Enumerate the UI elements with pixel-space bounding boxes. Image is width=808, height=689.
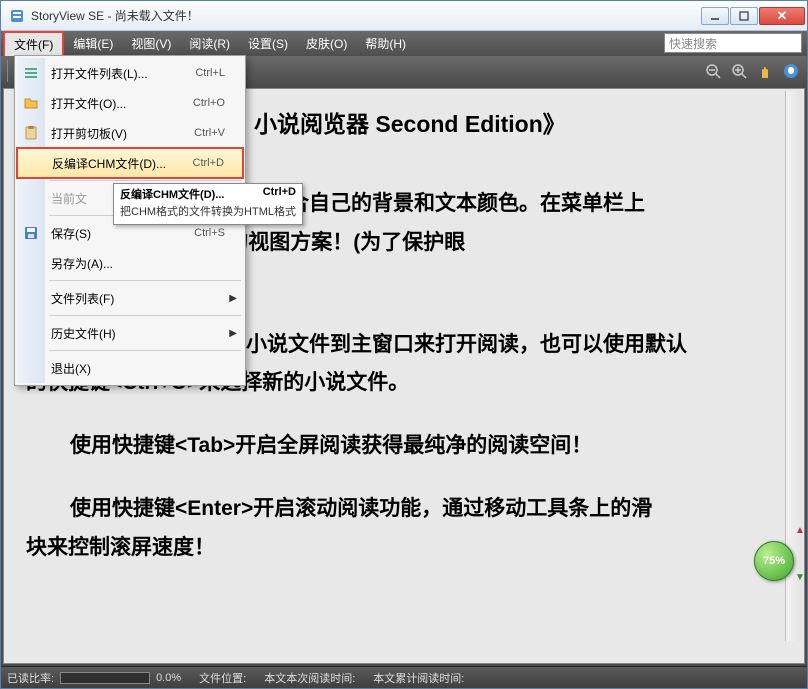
doc-line: 使用快捷键<Tab>开启全屏阅读获得最纯净的阅读空间！ [26, 427, 782, 466]
menu-item-shortcut: Ctrl+S [194, 227, 243, 239]
menu-open-file-list[interactable]: 打开文件列表(L)... Ctrl+L [17, 58, 243, 88]
menu-item-label: 文件列表(F) [51, 290, 243, 307]
menu-tooltip: 反编译CHM文件(D)... Ctrl+D 把CHM格式的文件转换为HTML格式 [113, 183, 303, 225]
app-icon [9, 8, 25, 24]
minimize-button[interactable] [701, 7, 729, 25]
arrow-up-icon[interactable]: ▲ [795, 525, 805, 536]
status-progressbar [60, 672, 150, 684]
menu-item-label: 退出(X) [51, 360, 243, 377]
folder-icon [21, 93, 41, 113]
menu-item-label: 打开文件(O)... [51, 95, 193, 112]
menu-item-label: 打开剪切板(V) [51, 125, 194, 142]
menu-item-label: 保存(S) [51, 225, 194, 242]
close-button[interactable]: ✕ [759, 7, 805, 25]
arrow-down-icon[interactable]: ▼ [795, 572, 805, 583]
save-icon [21, 223, 41, 243]
doc-title: 小说阅览器 Second Edition》 [254, 105, 782, 139]
doc-line: 块来控制滚屏速度！ [26, 536, 215, 559]
menu-item-label: 打开文件列表(L)... [51, 65, 195, 82]
status-read-ratio-value: 0.0% [156, 672, 181, 684]
menu-item-shortcut: Ctrl+D [193, 157, 242, 169]
doc-line: 定适合自己的背景和文本颜色。在菜单栏上 [246, 192, 645, 215]
menubar: 文件(F) 编辑(E) 视图(V) 阅读(R) 设置(S) 皮肤(O) 帮助(H… [1, 31, 807, 56]
status-read-ratio-label: 已读比率: [7, 670, 54, 686]
menu-history[interactable]: 历史文件(H) ▶ [17, 318, 243, 348]
menu-decompile-chm[interactable]: 反编译CHM文件(D)... Ctrl+D [16, 147, 244, 179]
menu-exit[interactable]: 退出(X) [17, 353, 243, 383]
tooltip-desc: 把CHM格式的文件转换为HTML格式 [120, 203, 296, 219]
menu-read[interactable]: 阅读(R) [180, 31, 239, 56]
menu-file-list[interactable]: 文件列表(F) ▶ [17, 283, 243, 313]
menu-edit[interactable]: 编辑(E) [64, 31, 122, 56]
chevron-right-icon: ▶ [229, 293, 237, 304]
status-file-pos-label: 文件位置: [199, 670, 246, 686]
statusbar: 已读比率: 0.0% 文件位置: 本文本次阅读时间: 本文累计阅读时间: [1, 666, 807, 688]
menu-open-clipboard[interactable]: 打开剪切板(V) Ctrl+V [17, 118, 243, 148]
menu-item-shortcut: Ctrl+V [194, 127, 243, 139]
status-session-time-label: 本文本次阅读时间: [264, 670, 355, 686]
menu-settings[interactable]: 设置(S) [239, 31, 297, 56]
quick-search-input[interactable]: 快速搜索 [664, 33, 802, 53]
menu-item-label: 反编译CHM文件(D)... [52, 155, 193, 172]
menu-item-label: 另存为(A)... [51, 255, 243, 272]
menu-item-label: 历史文件(H) [51, 325, 243, 342]
chevron-right-icon: ▶ [229, 328, 237, 339]
progress-bubble-label: 75% [763, 555, 785, 567]
menu-file[interactable]: 文件(F) [3, 31, 64, 56]
menu-help[interactable]: 帮助(H) [356, 31, 415, 56]
menu-item-shortcut: Ctrl+L [195, 67, 243, 79]
window-title: StoryView SE - 尚未载入文件！ [31, 7, 701, 24]
tb-apple-icon[interactable] [779, 59, 803, 83]
tb-zoom-in-icon[interactable] [727, 59, 751, 83]
doc-line: 使用快捷键<Enter>开启滚动阅读功能，通过移动工具条上的滑 [26, 490, 652, 529]
menu-save-as[interactable]: 另存为(A)... [17, 248, 243, 278]
list-icon [21, 63, 41, 83]
tb-hand-icon[interactable] [753, 59, 777, 83]
titlebar: StoryView SE - 尚未载入文件！ ✕ [1, 1, 807, 31]
progress-bubble[interactable]: 75% [754, 541, 794, 581]
menu-open-file[interactable]: 打开文件(O)... Ctrl+O [17, 88, 243, 118]
tb-zoom-out-icon[interactable] [701, 59, 725, 83]
menu-skin[interactable]: 皮肤(O) [297, 31, 356, 56]
bubble-arrows: ▲ ▼ [796, 525, 804, 583]
tooltip-shortcut: Ctrl+D [263, 186, 296, 198]
clipboard-icon [21, 123, 41, 143]
maximize-button[interactable] [730, 7, 758, 25]
status-total-time-label: 本文累计阅读时间: [373, 670, 464, 686]
menu-view[interactable]: 视图(V) [122, 31, 180, 56]
menu-item-shortcut: Ctrl+O [193, 97, 243, 109]
